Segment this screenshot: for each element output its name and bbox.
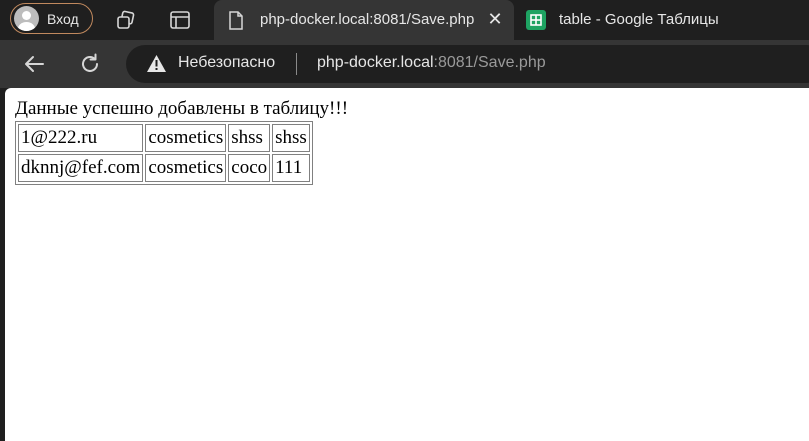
vertical-tabs-icon[interactable] — [169, 9, 191, 31]
tab-google-sheets[interactable]: table - Google Таблицы — [514, 0, 809, 40]
table-cell: shss — [272, 124, 310, 152]
url-path: :8081/Save.php — [433, 54, 546, 71]
profile-label: Вход — [47, 10, 79, 27]
back-arrow-icon[interactable] — [22, 52, 46, 76]
table-cell: 1@222.ru — [18, 124, 144, 152]
url-host: php-docker.local — [317, 54, 434, 71]
avatar — [14, 6, 39, 31]
url-text[interactable]: php-docker.local:8081/Save.php — [317, 54, 546, 72]
page-viewport: Данные успешно добавлены в таблицу!!! 1@… — [5, 88, 809, 441]
tab-strip: Вход php-docker.local:8081/Save.php ✕ ta… — [0, 0, 809, 40]
document-icon — [229, 11, 243, 30]
tab-active[interactable]: php-docker.local:8081/Save.php ✕ — [214, 0, 514, 40]
google-sheets-icon — [526, 10, 546, 30]
table-row: 1@222.ru cosmetics shss shss — [18, 124, 310, 152]
warning-icon[interactable] — [146, 54, 167, 73]
browser-toolbar: Небезопасно php-docker.local:8081/Save.p… — [0, 40, 809, 88]
table-row: dknnj@fef.com cosmetics coco 111 — [18, 154, 310, 182]
tab-title: php-docker.local:8081/Save.php — [260, 11, 475, 28]
table-cell: shss — [228, 124, 271, 152]
table-cell: coco — [228, 154, 271, 182]
security-label[interactable]: Небезопасно — [178, 54, 275, 72]
table-cell: cosmetics — [145, 124, 227, 152]
profile-button[interactable]: Вход — [10, 3, 93, 34]
success-message: Данные успешно добавлены в таблицу!!! — [15, 98, 349, 119]
separator — [296, 53, 297, 75]
reload-icon[interactable] — [78, 52, 102, 76]
table-cell: dknnj@fef.com — [18, 154, 144, 182]
table-cell: 111 — [272, 154, 310, 182]
table-cell: cosmetics — [145, 154, 227, 182]
data-table: 1@222.ru cosmetics shss shss dknnj@fef.c… — [15, 121, 313, 185]
workspaces-icon[interactable] — [115, 9, 137, 31]
address-bar[interactable]: Небезопасно php-docker.local:8081/Save.p… — [126, 45, 809, 83]
tab-title: table - Google Таблицы — [559, 11, 719, 28]
close-tab-icon[interactable]: ✕ — [485, 9, 505, 29]
